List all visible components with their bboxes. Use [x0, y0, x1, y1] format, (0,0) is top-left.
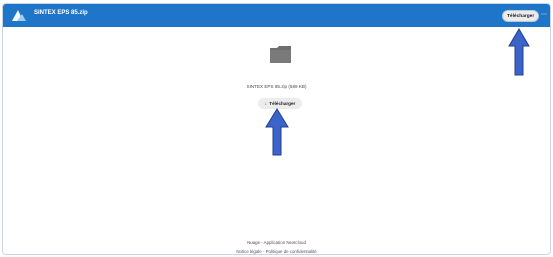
footer-app-name: Nuage - Application Nextcloud — [247, 240, 306, 245]
footer-legal-links[interactable]: Notice légale - Politique de confidentia… — [3, 249, 550, 254]
annotation-arrow-icon — [265, 108, 289, 156]
download-button-label: Télécharger — [269, 101, 296, 106]
header-filename: SINTEX EPS 85.zip — [34, 10, 88, 16]
file-icon — [270, 46, 291, 63]
logo-icon — [12, 10, 26, 21]
annotation-arrow-icon — [508, 28, 530, 76]
top-bar: SINTEX EPS 85.zip Télécharger ⋯ — [3, 4, 550, 27]
download-icon: ↓ — [264, 101, 267, 106]
more-icon[interactable]: ⋯ — [541, 10, 547, 20]
file-name-size: SINTEX EPS 85.zip (589 KB) — [246, 84, 307, 89]
header-download-button[interactable]: Télécharger — [502, 10, 540, 22]
